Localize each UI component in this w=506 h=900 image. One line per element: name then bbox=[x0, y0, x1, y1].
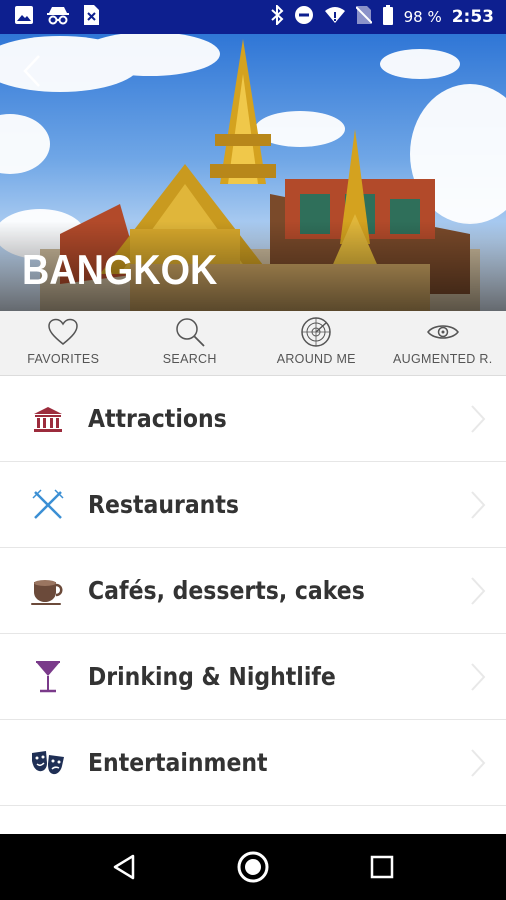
category-label: Restaurants bbox=[88, 490, 239, 519]
incognito-icon bbox=[46, 5, 70, 29]
augmented-reality-button[interactable]: AUGMENTED R. bbox=[380, 311, 506, 375]
nav-recents-button[interactable] bbox=[359, 844, 405, 890]
coffee-cup-icon bbox=[28, 571, 68, 611]
cocktail-icon bbox=[28, 657, 68, 697]
image-icon bbox=[14, 5, 34, 29]
wifi-icon bbox=[324, 6, 346, 28]
chevron-right-icon bbox=[471, 491, 486, 519]
search-button[interactable]: SEARCH bbox=[127, 311, 254, 375]
eye-icon bbox=[426, 315, 460, 349]
sim-error-icon bbox=[82, 4, 100, 30]
heart-icon bbox=[46, 315, 80, 349]
city-title: BANGKOK bbox=[22, 246, 218, 293]
nav-home-button[interactable] bbox=[230, 844, 276, 890]
chevron-right-icon bbox=[471, 663, 486, 691]
category-item-attractions[interactable]: Attractions bbox=[0, 376, 506, 462]
status-bar: 98 % 2:53 bbox=[0, 0, 506, 34]
theater-masks-icon bbox=[28, 743, 68, 783]
chevron-right-icon bbox=[471, 749, 486, 777]
category-label: Cafés, desserts, cakes bbox=[88, 576, 365, 605]
category-item-drinking[interactable]: Drinking & Nightlife bbox=[0, 634, 506, 720]
category-label: Entertainment bbox=[88, 748, 268, 777]
category-item-restaurants[interactable]: Restaurants bbox=[0, 462, 506, 548]
hero-image: BANGKOK bbox=[0, 34, 506, 311]
augmented-reality-label: AUGMENTED R. bbox=[393, 352, 493, 366]
favorites-button[interactable]: FAVORITES bbox=[0, 311, 127, 375]
back-button[interactable] bbox=[22, 54, 62, 94]
no-sim-icon bbox=[354, 5, 373, 29]
chevron-left-icon bbox=[23, 55, 40, 87]
chevron-right-icon bbox=[471, 577, 486, 605]
category-label: Drinking & Nightlife bbox=[88, 662, 336, 691]
search-label: SEARCH bbox=[162, 352, 217, 366]
radar-icon bbox=[299, 315, 333, 349]
battery-icon bbox=[382, 5, 394, 29]
system-nav-bar bbox=[0, 834, 506, 900]
do-not-disturb-icon bbox=[294, 5, 314, 29]
category-list: Attractions Restaurants Cafés, desserts,… bbox=[0, 376, 506, 806]
fork-knife-icon bbox=[28, 485, 68, 525]
category-item-entertainment[interactable]: Entertainment bbox=[0, 720, 506, 806]
search-icon bbox=[173, 315, 207, 349]
battery-percent: 98 % bbox=[403, 8, 442, 26]
category-item-cafes[interactable]: Cafés, desserts, cakes bbox=[0, 548, 506, 634]
clock: 2:53 bbox=[451, 7, 494, 27]
favorites-label: FAVORITES bbox=[27, 352, 100, 366]
bluetooth-icon bbox=[270, 3, 284, 29]
chevron-right-icon bbox=[471, 405, 486, 433]
around-me-label: AROUND ME bbox=[276, 352, 356, 366]
category-label: Attractions bbox=[88, 404, 227, 433]
circle-home-icon bbox=[237, 851, 269, 883]
around-me-button[interactable]: AROUND ME bbox=[253, 311, 380, 375]
museum-icon bbox=[28, 399, 68, 439]
quick-actions-bar: FAVORITES SEARCH AROUND ME AUGMENTED R. bbox=[0, 311, 506, 376]
nav-back-button[interactable] bbox=[101, 844, 147, 890]
triangle-back-icon bbox=[114, 854, 135, 880]
square-recents-icon bbox=[370, 855, 393, 879]
